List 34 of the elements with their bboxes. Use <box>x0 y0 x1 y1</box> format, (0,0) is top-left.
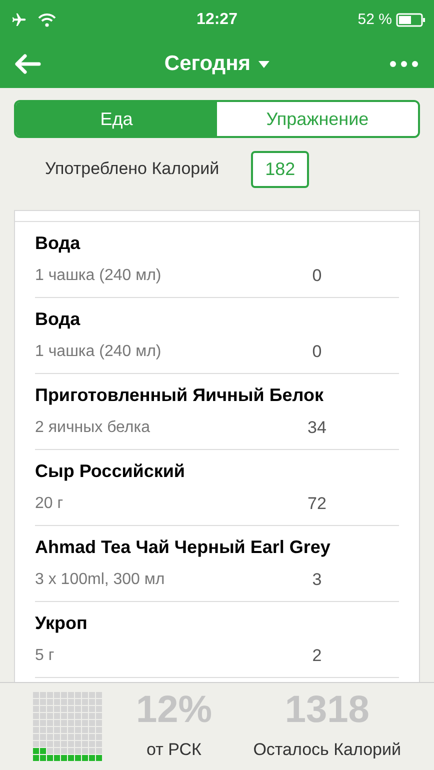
food-item[interactable]: Укроп 5 г 2 <box>35 602 399 678</box>
food-serving: 1 чашка (240 мл) <box>35 342 162 362</box>
consumed-label: Употреблено Калорий <box>45 158 220 180</box>
food-item[interactable]: Ahmad Tea Чай Черный Earl Grey 3 x 100ml, 300 мл 3 <box>35 526 399 602</box>
food-name: Сыр Российский <box>35 460 185 484</box>
food-item[interactable]: Вода 1 чашка (240 мл) 0 <box>35 222 399 298</box>
food-item[interactable]: Сыр Российский 20 г 72 <box>35 450 399 526</box>
food-calories: 3 <box>311 569 323 592</box>
percent-label: от РСК <box>146 738 202 761</box>
food-calories: 72 <box>306 493 328 516</box>
food-name: Приготовленный Яичный Белок <box>35 384 324 408</box>
food-serving: 1 чашка (240 мл) <box>35 266 162 286</box>
food-calories: 2 <box>311 645 323 668</box>
food-serving: 20 г <box>35 494 64 514</box>
food-serving: 2 яичных белка <box>35 418 150 438</box>
food-calories: 34 <box>306 417 328 440</box>
food-name: Вода <box>35 232 80 256</box>
food-serving: 5 г <box>35 646 54 666</box>
food-name: Вода <box>35 308 80 332</box>
caret-icon <box>258 60 270 68</box>
consumed-value: 182 <box>251 150 310 188</box>
battery-percent: 52 % <box>358 10 392 30</box>
food-item[interactable]: Приготовленный Яичный Белок 2 яичных белка 34 <box>35 374 399 450</box>
remaining-label: Осталось Калорий <box>253 738 401 761</box>
food-name: Укроп <box>35 612 88 636</box>
food-calories: 0 <box>311 265 323 288</box>
food-calories: 0 <box>311 341 323 364</box>
back-arrow-icon <box>13 53 41 75</box>
food-item[interactable]: Вода 1 чашка (240 мл) 0 <box>35 298 399 374</box>
food-name: Ahmad Tea Чай Черный Earl Grey <box>35 536 330 560</box>
food-serving: 3 x 100ml, 300 мл <box>35 570 165 590</box>
battery-icon <box>396 13 426 27</box>
wifi-icon <box>38 13 56 27</box>
status-time: 12:27 <box>196 10 238 30</box>
